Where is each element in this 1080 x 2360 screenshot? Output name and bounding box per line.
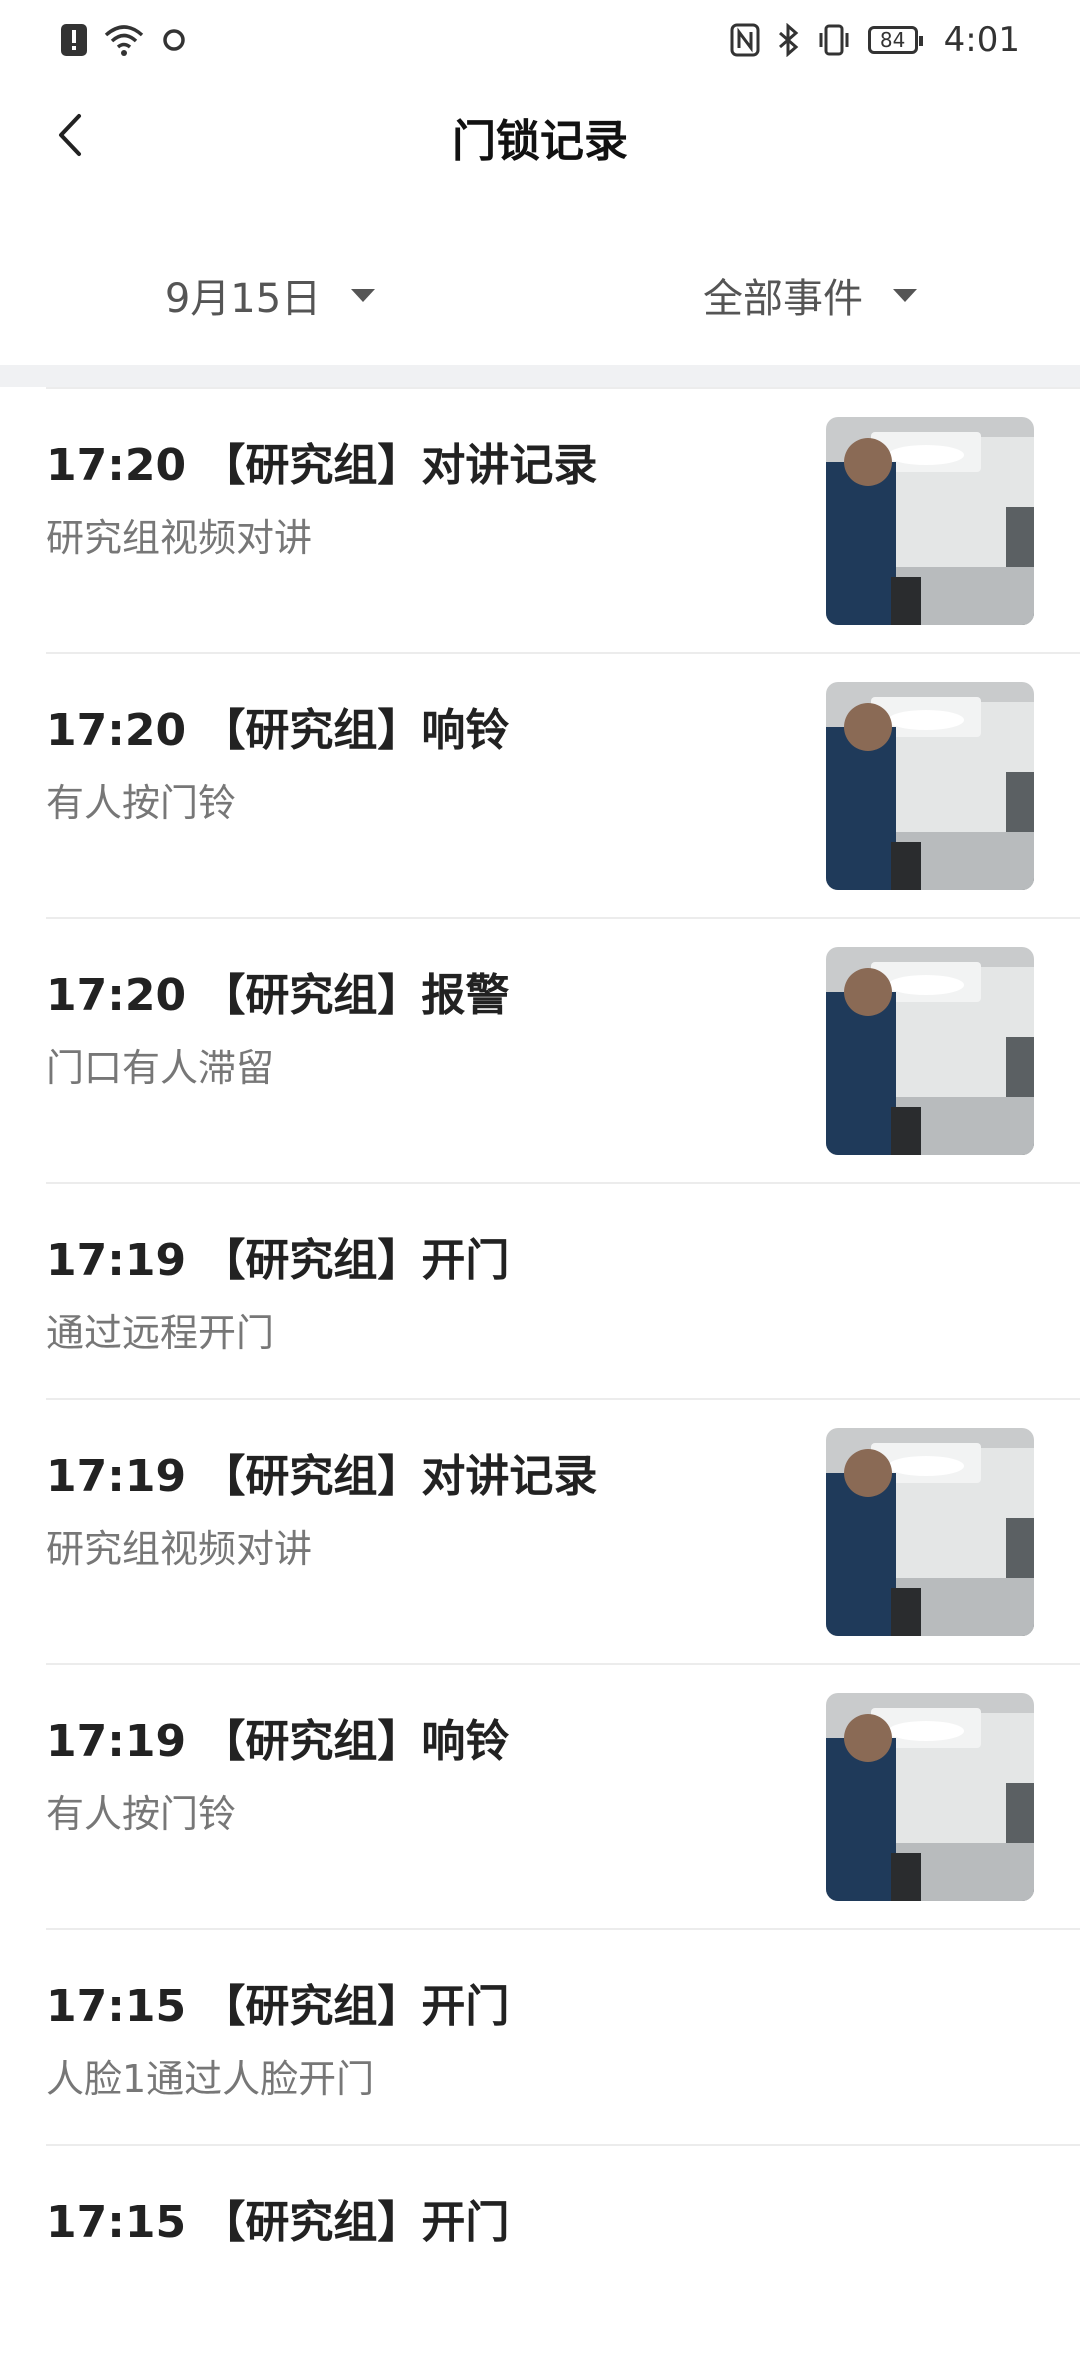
snapshot-image	[826, 947, 1034, 1155]
record-thumbnail[interactable]	[826, 1428, 1034, 1636]
record-event: 【研究组】对讲记录	[201, 440, 598, 491]
snapshot-image	[826, 682, 1034, 890]
record-title: 17:20 【研究组】报警	[46, 959, 509, 1023]
record-event: 【研究组】响铃	[201, 1716, 510, 1767]
nfc-icon	[730, 23, 760, 57]
record-title: 17:19 【研究组】对讲记录	[46, 1440, 597, 1504]
record-event: 【研究组】对讲记录	[201, 1451, 598, 1502]
record-description: 有人按门铃	[46, 1792, 237, 1836]
header: 门锁记录	[0, 85, 1080, 205]
record-row[interactable]: 17:19 【研究组】响铃有人按门铃	[46, 1663, 1080, 1928]
bluetooth-icon	[778, 23, 798, 57]
filter-bar: 9月15日 全部事件	[0, 225, 1080, 365]
status-left	[60, 23, 188, 57]
status-bar: 84 4:01	[0, 0, 1080, 80]
battery-indicator: 84	[867, 26, 923, 54]
event-filter-label: 全部事件	[703, 276, 863, 322]
record-time: 17:15	[46, 2197, 187, 2248]
record-row[interactable]: 17:20 【研究组】对讲记录研究组视频对讲	[46, 387, 1080, 652]
alert-icon	[61, 24, 87, 56]
record-time: 17:20	[46, 705, 187, 756]
record-thumbnail[interactable]	[826, 417, 1034, 625]
event-filter[interactable]: 全部事件	[540, 225, 1080, 365]
record-time: 17:19	[46, 1716, 187, 1767]
record-thumbnail[interactable]	[826, 1693, 1034, 1901]
wifi-icon	[104, 25, 144, 56]
record-event: 【研究组】开门	[201, 1981, 510, 2032]
record-thumbnail[interactable]	[826, 682, 1034, 890]
record-title: 17:19 【研究组】开门	[46, 1224, 509, 1288]
section-divider	[0, 365, 1080, 387]
record-title: 17:20 【研究组】对讲记录	[46, 429, 597, 493]
record-event: 【研究组】响铃	[201, 705, 510, 756]
record-description: 通过远程开门	[46, 1311, 275, 1355]
page-title: 门锁记录	[452, 116, 628, 167]
record-row[interactable]: 17:20 【研究组】报警门口有人滞留	[46, 917, 1080, 1182]
record-description: 研究组视频对讲	[46, 1527, 313, 1571]
sync-icon	[163, 29, 185, 51]
snapshot-image	[826, 1428, 1034, 1636]
record-description: 人脸1通过人脸开门	[46, 2057, 375, 2101]
record-title: 17:20 【研究组】响铃	[46, 694, 509, 758]
snapshot-image	[826, 417, 1034, 625]
clock: 4:01	[943, 20, 1020, 60]
record-time: 17:19	[46, 1451, 187, 1502]
record-row[interactable]: 17:20 【研究组】响铃有人按门铃	[46, 652, 1080, 917]
record-time: 17:20	[46, 440, 187, 491]
record-thumbnail[interactable]	[826, 947, 1034, 1155]
record-list: 17:20 【研究组】对讲记录 研究组视频对讲 17:20 【研究组】响铃 有人按门…	[0, 387, 1080, 2360]
record-time: 17:19	[46, 1235, 187, 1286]
record-row[interactable]: 17:19 【研究组】对讲记录研究组视频对讲	[46, 1398, 1080, 1663]
date-filter[interactable]: 9月15日	[0, 225, 540, 365]
status-right: 84 4:01	[730, 20, 1020, 60]
date-filter-label: 9月15日	[164, 276, 322, 322]
record-title: 17:15 【研究组】开门	[46, 2186, 509, 2250]
record-time: 17:15	[46, 1981, 187, 2032]
record-row[interactable]: 17:15 【研究组】开门	[46, 2144, 1080, 2360]
record-row[interactable]: 17:15 【研究组】开门人脸1通过人脸开门	[46, 1928, 1080, 2144]
record-event: 【研究组】开门	[201, 1235, 510, 1286]
record-event: 【研究组】开门	[201, 2197, 510, 2248]
record-time: 17:20	[46, 970, 187, 1021]
dropdown-arrow-icon	[893, 288, 917, 302]
record-description: 门口有人滞留	[46, 1046, 275, 1090]
record-title: 17:19 【研究组】响铃	[46, 1705, 509, 1769]
record-description: 有人按门铃	[46, 781, 237, 825]
record-description: 研究组视频对讲	[46, 516, 313, 560]
record-row[interactable]: 17:19 【研究组】开门通过远程开门	[46, 1182, 1080, 1398]
dropdown-arrow-icon	[351, 288, 376, 302]
snapshot-image	[826, 1693, 1034, 1901]
record-title: 17:15 【研究组】开门	[46, 1970, 509, 2034]
record-event: 【研究组】报警	[201, 970, 510, 1021]
vibrate-icon	[819, 24, 849, 56]
